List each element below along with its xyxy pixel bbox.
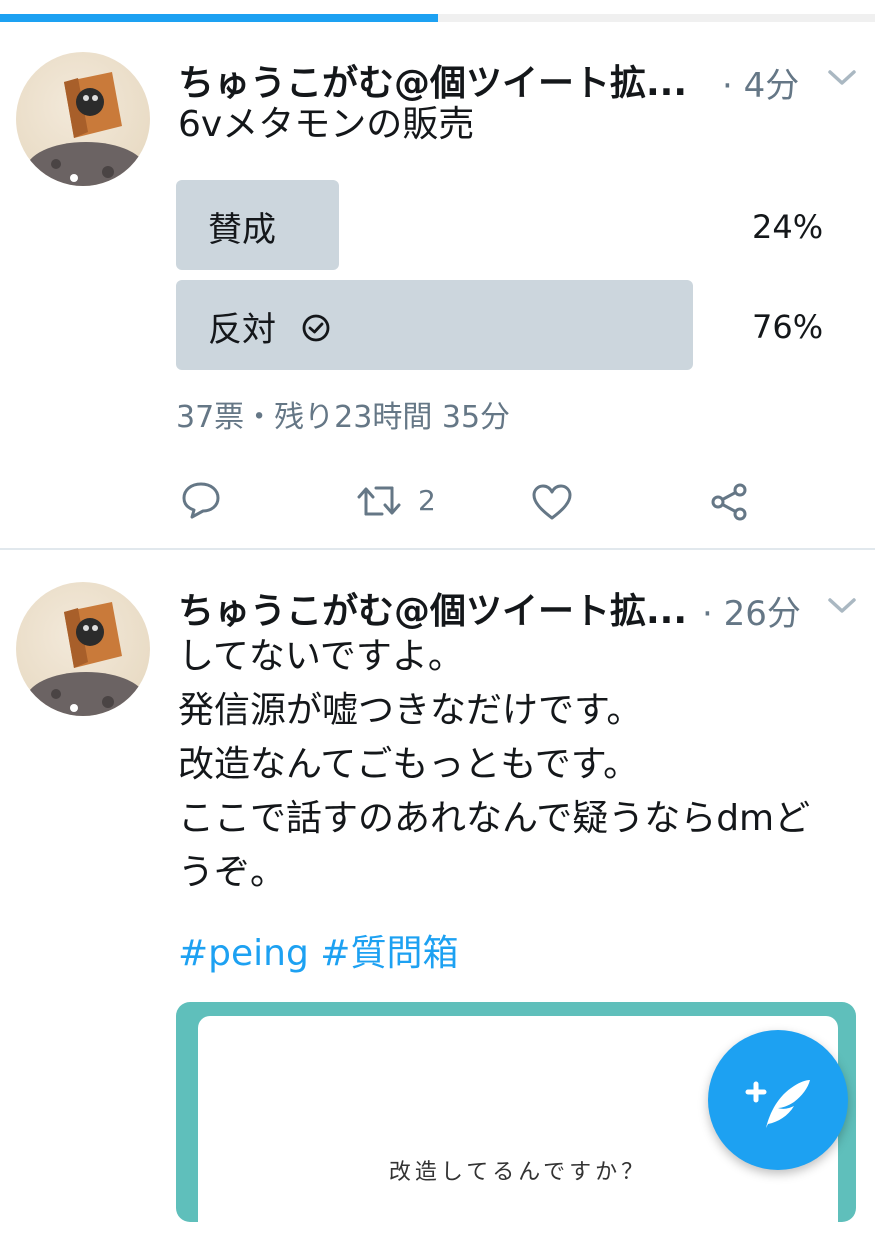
- tweet-time[interactable]: · 4分: [722, 58, 799, 107]
- hashtag-links[interactable]: #peing #質問箱: [178, 924, 458, 976]
- chevron-down-icon[interactable]: [826, 596, 858, 616]
- poll-option-yes[interactable]: 賛成 24%: [176, 180, 856, 270]
- avatar-illustration-icon: [26, 602, 146, 716]
- poll-percent: 76%: [752, 308, 824, 346]
- poll-option-no[interactable]: 反対 76%: [176, 280, 856, 370]
- poll-option-label: 賛成: [208, 210, 276, 250]
- poll-meta: 37票・残り23時間 35分: [176, 400, 511, 435]
- tweet-divider: [0, 548, 875, 550]
- like-icon[interactable]: [530, 482, 574, 526]
- tweet-text: 6vメタモンの販売: [178, 104, 475, 145]
- poll-option-label: 反対: [208, 310, 276, 350]
- retweet-count: 2: [418, 484, 436, 517]
- progress-fill: [0, 14, 438, 22]
- tweet-time[interactable]: · 26分: [702, 586, 801, 635]
- avatar-illustration-icon: [26, 72, 146, 186]
- compose-tweet-icon: [745, 1080, 810, 1128]
- avatar[interactable]: [16, 582, 150, 716]
- share-icon[interactable]: [708, 482, 750, 526]
- poll-option-label-wrap: 反対: [208, 302, 331, 352]
- loading-progress-bar: [0, 0, 875, 22]
- poll-percent: 24%: [752, 208, 824, 246]
- retweet-icon[interactable]: [356, 484, 402, 522]
- author-name[interactable]: ちゅうこがむ@個ツイート拡...: [178, 582, 698, 634]
- tweet-text: してないですよ。 発信源が嘘つきなだけです。 改造なんてごもっともです。 ここで…: [178, 636, 811, 893]
- check-circle-icon: [301, 312, 331, 352]
- avatar[interactable]: [16, 52, 150, 186]
- reply-icon[interactable]: [180, 480, 222, 524]
- compose-tweet-button[interactable]: [708, 1030, 848, 1170]
- chevron-down-icon[interactable]: [826, 68, 858, 88]
